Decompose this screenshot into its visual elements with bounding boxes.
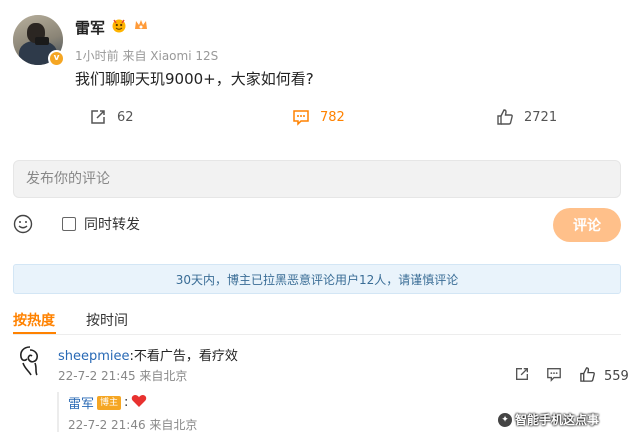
reply-icon (546, 366, 562, 386)
thumbs-up-icon (496, 108, 514, 126)
share-count: 62 (117, 109, 134, 125)
share-button[interactable]: 62 (89, 108, 134, 126)
reply-meta: 22-7-2 21:46 来自北京 (68, 418, 198, 432)
reply-thread-bar (57, 392, 59, 432)
comment-meta: 22-7-2 21:45 来自北京 (58, 369, 188, 383)
comment-text: :不看广告，看疗效 (129, 349, 238, 364)
like-button[interactable]: 2721 (496, 108, 557, 126)
emoji-button[interactable] (13, 214, 33, 234)
smiley-icon (13, 214, 33, 238)
comment-count: 782 (320, 109, 345, 125)
comment-button[interactable]: 782 (292, 108, 345, 126)
commenter-name[interactable]: sheepmiee (58, 349, 130, 364)
comment-like-button[interactable]: 559 (579, 366, 629, 387)
comment-input-box[interactable] (13, 160, 621, 198)
comment-input[interactable] (14, 161, 620, 197)
repost-option[interactable]: 同时转发 (62, 214, 140, 234)
block-notice: 30天内，博主已拉黑恶意评论用户12人，请谨慎评论 (13, 264, 621, 294)
tab-sort-hot[interactable]: 按热度 (13, 310, 55, 330)
divider (13, 334, 621, 335)
author-name[interactable]: 雷军 (75, 17, 105, 38)
post-meta: 1小时前 来自 Xiaomi 12S (75, 49, 219, 63)
red-heart-icon (131, 394, 147, 412)
repost-checkbox[interactable] (62, 217, 76, 231)
vip-crown-icon (132, 16, 149, 33)
reply-body: 雷军 博主 : (68, 393, 147, 412)
watermark-logo-icon: ✦ (498, 412, 512, 427)
post-text: 我们聊聊天玑9000+，大家如何看? (75, 70, 314, 88)
comment-icon (292, 108, 310, 126)
comment-reply-button[interactable] (546, 366, 562, 386)
tab-sort-time[interactable]: 按时间 (86, 310, 128, 330)
author-badge: 博主 (97, 395, 122, 410)
repost-label: 同时转发 (84, 217, 140, 233)
author-avatar[interactable]: v (13, 15, 65, 67)
submit-comment-button[interactable]: 评论 (553, 208, 621, 242)
share-icon (89, 108, 107, 126)
comment-like-count: 559 (604, 369, 629, 384)
comment-body: sheepmiee:不看广告，看疗效 (58, 345, 238, 364)
reply-text: : (124, 395, 129, 410)
share-icon (514, 366, 530, 386)
verified-badge-icon: v (48, 50, 65, 67)
emoji-medal-icon (110, 16, 127, 33)
like-count: 2721 (524, 109, 558, 125)
reply-author-name[interactable]: 雷军 (68, 393, 94, 412)
watermark: ✦ 智能手机这点事 (498, 411, 599, 428)
commenter-avatar[interactable] (15, 343, 45, 377)
watermark-text: 智能手机这点事 (515, 413, 600, 427)
comment-share-button[interactable] (514, 366, 530, 386)
thumbs-up-icon (579, 366, 596, 387)
